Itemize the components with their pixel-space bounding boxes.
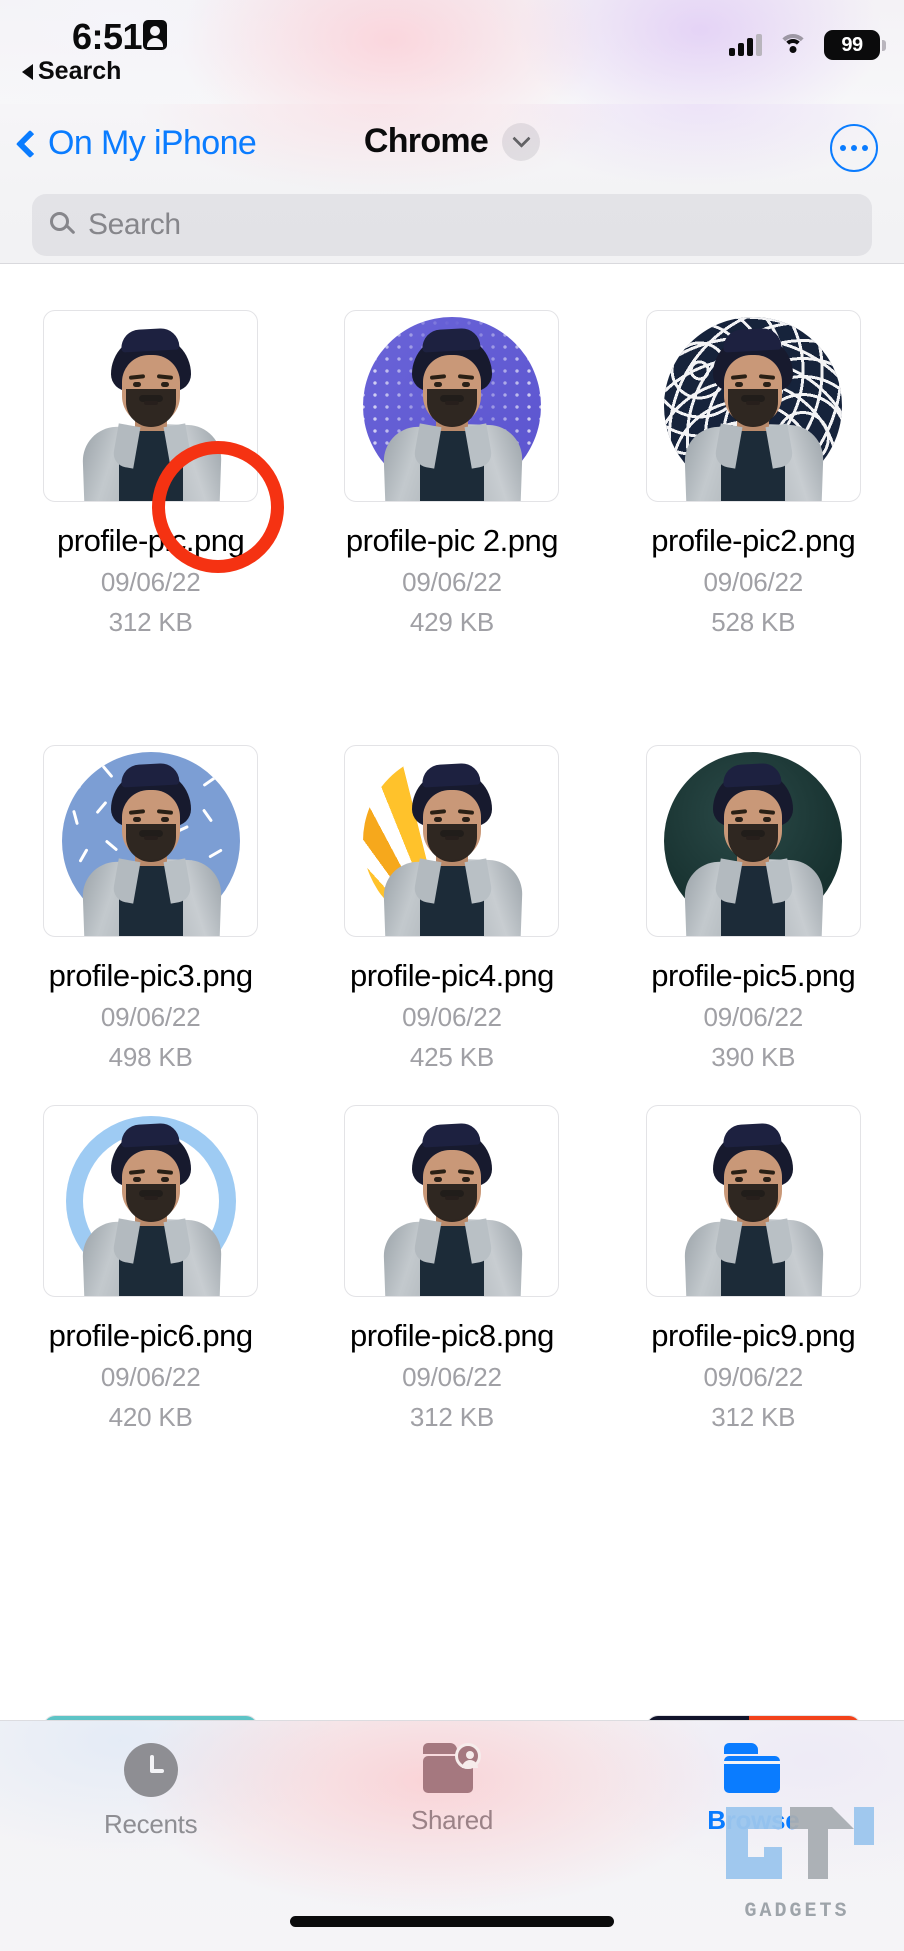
file-grid-row: profile-pic.png 09/06/22 312 KB profile-… bbox=[0, 310, 904, 640]
tab-shared-label: Shared bbox=[410, 1805, 494, 1835]
file-item[interactable]: profile-pic2.png 09/06/22 528 KB bbox=[603, 310, 904, 640]
battery-tip bbox=[882, 39, 886, 51]
file-date: 09/06/22 bbox=[100, 1002, 201, 1032]
file-date: 09/06/22 bbox=[703, 1002, 804, 1032]
file-name: profile-pic4.png bbox=[349, 958, 554, 993]
return-to-search-label: Search bbox=[38, 57, 122, 85]
file-thumbnail[interactable] bbox=[645, 1105, 861, 1297]
file-item[interactable]: profile-pic.png 09/06/22 312 KB bbox=[0, 310, 301, 640]
profile-photo bbox=[683, 758, 825, 936]
profile-photo bbox=[81, 323, 222, 501]
more-options-icon[interactable] bbox=[830, 124, 878, 172]
cellular-signal-icon bbox=[729, 34, 762, 56]
profile-photo bbox=[683, 1118, 825, 1296]
status-bar-time: 6:51 bbox=[72, 16, 143, 57]
file-thumbnail[interactable] bbox=[43, 745, 259, 937]
file-item[interactable]: profile-pic8.png 09/06/22 312 KB bbox=[301, 1105, 602, 1435]
location-arrow-icon bbox=[143, 20, 167, 50]
tab-shared[interactable]: Shared bbox=[301, 1721, 602, 1881]
return-to-search-button[interactable]: Search bbox=[22, 57, 121, 86]
file-thumbnail[interactable] bbox=[344, 745, 560, 937]
file-grid-row: profile-pic3.png 09/06/22 498 KB profile… bbox=[0, 745, 904, 1075]
file-item[interactable]: profile-pic6.png 09/06/22 420 KB bbox=[0, 1105, 301, 1435]
file-date: 09/06/22 bbox=[402, 1002, 502, 1032]
navigation-bar: On My iPhone Chrome Search bbox=[0, 104, 904, 264]
file-thumbnail[interactable] bbox=[645, 745, 861, 937]
file-size: 390 KB bbox=[711, 1042, 796, 1072]
chevron-down-icon[interactable] bbox=[502, 122, 541, 161]
file-size: 312 KB bbox=[711, 1402, 796, 1432]
file-size: 312 KB bbox=[409, 1402, 494, 1432]
nav-title-wrap: Chrome bbox=[0, 122, 904, 161]
file-thumbnail[interactable] bbox=[645, 310, 861, 502]
file-date: 09/06/22 bbox=[402, 567, 502, 597]
file-item[interactable]: profile-pic4.png 09/06/22 425 KB bbox=[301, 745, 602, 1075]
home-indicator[interactable] bbox=[290, 1916, 614, 1927]
file-grid[interactable]: profile-pic.png 09/06/22 312 KB profile-… bbox=[0, 265, 904, 1720]
file-size: 429 KB bbox=[409, 607, 494, 637]
battery-indicator: 99 bbox=[824, 30, 886, 60]
chevron-down-glyph bbox=[511, 129, 531, 148]
clock-icon bbox=[123, 1743, 178, 1797]
watermark-text: GADGETS bbox=[744, 1900, 850, 1923]
file-name: profile-pic 2.png bbox=[345, 523, 559, 558]
profile-photo bbox=[382, 323, 524, 501]
file-thumbnail[interactable] bbox=[344, 310, 560, 502]
file-name: profile-pic5.png bbox=[651, 958, 856, 993]
file-item[interactable]: profile-pic 2.png 09/06/22 429 KB bbox=[301, 310, 602, 640]
file-date: 09/06/22 bbox=[703, 1362, 804, 1392]
file-size: 312 KB bbox=[108, 607, 193, 637]
nav-row: On My iPhone Chrome bbox=[0, 108, 904, 186]
shared-folder-icon bbox=[422, 1743, 481, 1793]
page-title: Chrome bbox=[363, 122, 489, 160]
profile-photo bbox=[81, 758, 222, 936]
search-input[interactable]: Search bbox=[32, 194, 872, 256]
status-bar: 6:51 Search 99 bbox=[0, 0, 904, 104]
watermark-logo: GADGETS bbox=[704, 1795, 894, 1923]
file-item[interactable]: profile-pic9.png 09/06/22 312 KB bbox=[603, 1105, 904, 1435]
file-date: 09/06/22 bbox=[100, 567, 201, 597]
file-name: profile-pic9.png bbox=[651, 1318, 856, 1353]
file-name: profile-pic2.png bbox=[651, 523, 856, 558]
wifi-icon bbox=[778, 34, 808, 56]
file-thumbnail[interactable] bbox=[344, 1105, 560, 1297]
file-thumbnail[interactable] bbox=[43, 310, 259, 502]
tab-recents[interactable]: Recents bbox=[0, 1721, 301, 1881]
profile-photo bbox=[382, 758, 524, 936]
file-thumbnail[interactable] bbox=[43, 1105, 259, 1297]
file-grid-row: profile-pic6.png 09/06/22 420 KB profile… bbox=[0, 1105, 904, 1435]
file-date: 09/06/22 bbox=[100, 1362, 201, 1392]
file-name: profile-pic8.png bbox=[349, 1318, 554, 1353]
file-date: 09/06/22 bbox=[402, 1362, 502, 1392]
file-date: 09/06/22 bbox=[703, 567, 804, 597]
search-placeholder: Search bbox=[88, 208, 181, 241]
file-name: profile-pic6.png bbox=[48, 1318, 253, 1353]
file-size: 425 KB bbox=[409, 1042, 494, 1072]
tab-recents-label: Recents bbox=[104, 1809, 198, 1839]
file-size: 498 KB bbox=[108, 1042, 193, 1072]
profile-photo bbox=[683, 323, 825, 501]
file-size: 528 KB bbox=[711, 607, 796, 637]
file-item[interactable]: profile-pic5.png 09/06/22 390 KB bbox=[603, 745, 904, 1075]
back-triangle-icon bbox=[22, 63, 33, 80]
profile-photo bbox=[81, 1118, 222, 1296]
file-item[interactable]: profile-pic3.png 09/06/22 498 KB bbox=[0, 745, 301, 1075]
search-icon bbox=[50, 212, 76, 238]
folder-icon bbox=[724, 1743, 782, 1793]
profile-photo bbox=[382, 1118, 524, 1296]
file-name: profile-pic.png bbox=[57, 523, 245, 558]
gt-logo-icon bbox=[726, 1807, 874, 1879]
file-size: 420 KB bbox=[108, 1402, 193, 1432]
file-name: profile-pic3.png bbox=[48, 958, 253, 993]
battery-level-label: 99 bbox=[824, 30, 880, 60]
status-bar-indicators: 99 bbox=[729, 30, 886, 60]
